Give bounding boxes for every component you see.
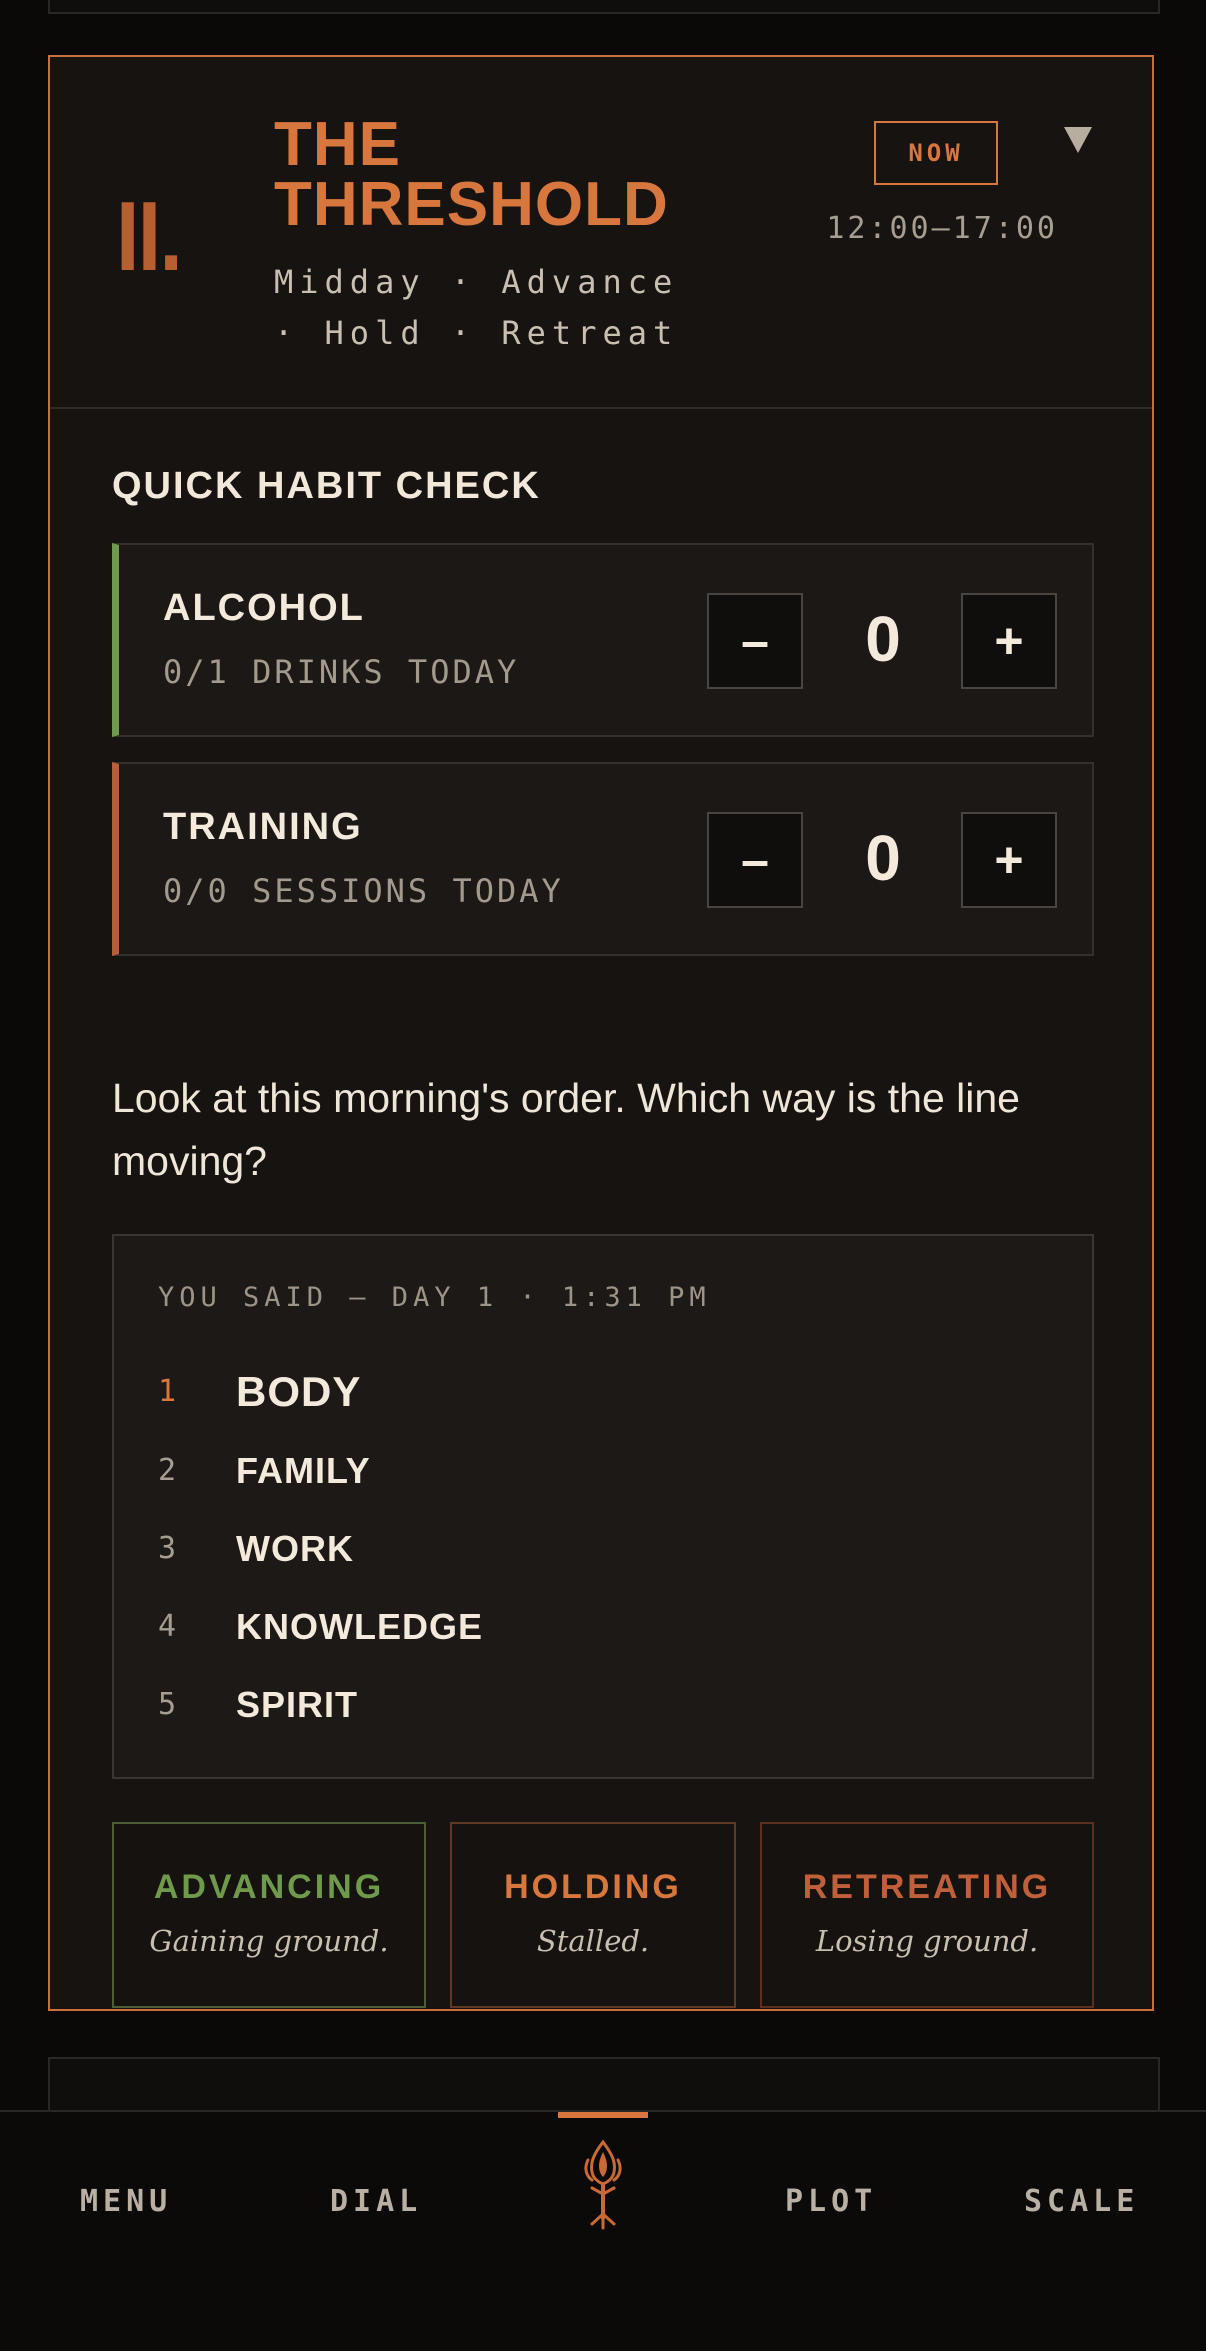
direction-label: ADVANCING [153,1868,385,1906]
nav-active-indicator [558,2112,648,2118]
you-said-panel: YOU SAID — DAY 1 · 1:31 PM 1 BODY 2 FAMI… [112,1234,1094,1779]
rank-number: 4 [158,1609,177,1644]
nav-scale[interactable]: SCALE [1024,2184,1139,2219]
you-said-caption: YOU SAID — DAY 1 · 1:31 PM [158,1282,711,1313]
habit-row-training: TRAINING 0/0 SESSIONS TODAY – 0 + [112,762,1094,956]
advancing-button[interactable]: ADVANCING Gaining ground. [112,1822,426,2008]
flame-tree-icon[interactable] [570,2138,636,2230]
habit-progress: 0/1 DRINKS TODAY [163,653,520,691]
nav-plot[interactable]: PLOT [785,2184,877,2219]
decrement-button[interactable]: – [707,812,803,908]
triangle-down-icon[interactable] [1064,127,1092,153]
reflection-prompt: Look at this morning's order. Which way … [112,1075,1020,1184]
phase-numeral: II. [116,181,183,291]
rank-label: SPIRIT [236,1684,359,1725]
nav-dial[interactable]: DIAL [330,2184,422,2219]
rank-number: 3 [158,1531,177,1566]
rank-label: FAMILY [236,1450,371,1491]
direction-label: RETREATING [802,1868,1052,1906]
holding-button[interactable]: HOLDING Stalled. [450,1822,736,2008]
direction-description: Losing ground. [815,1924,1039,1958]
increment-button[interactable]: + [961,812,1057,908]
habit-check-title: QUICK HABIT CHECK [112,465,541,507]
previous-phase-card [48,0,1160,14]
rank-number: 1 [158,1374,177,1409]
direction-description: Stalled. [536,1924,650,1958]
now-badge: NOW [874,121,998,185]
habit-row-alcohol: ALCOHOL 0/1 DRINKS TODAY – 0 + [112,543,1094,737]
increment-button[interactable]: + [961,593,1057,689]
habit-count: 0 [865,603,901,675]
retreating-button[interactable]: RETREATING Losing ground. [760,1822,1094,2008]
rank-label: WORK [236,1528,354,1569]
phase-subtitle: Midday · Advance · Hold · Retreat [274,263,679,352]
rank-number: 2 [158,1453,177,1488]
bottom-nav: MENU DIAL PLOT SCALE [0,2110,1206,2351]
direction-description: Gaining ground. [149,1924,389,1958]
rank-label: KNOWLEDGE [236,1606,483,1647]
phase-time-range: 12:00–17:00 [826,211,1058,246]
direction-label: HOLDING [504,1868,682,1906]
habit-count: 0 [865,822,901,894]
habit-name: ALCOHOL [163,587,365,629]
phase-title: THE THRESHOLD [274,110,669,239]
decrement-button[interactable]: – [707,593,803,689]
rank-number: 5 [158,1687,177,1722]
habit-name: TRAINING [163,806,363,848]
rank-label: BODY [236,1368,362,1415]
phase-card: II. THE THRESHOLD Midday · Advance · Hol… [48,55,1154,2011]
habit-progress: 0/0 SESSIONS TODAY [163,872,564,910]
nav-menu[interactable]: MENU [80,2184,172,2219]
phase-header[interactable]: II. THE THRESHOLD Midday · Advance · Hol… [50,57,1152,409]
